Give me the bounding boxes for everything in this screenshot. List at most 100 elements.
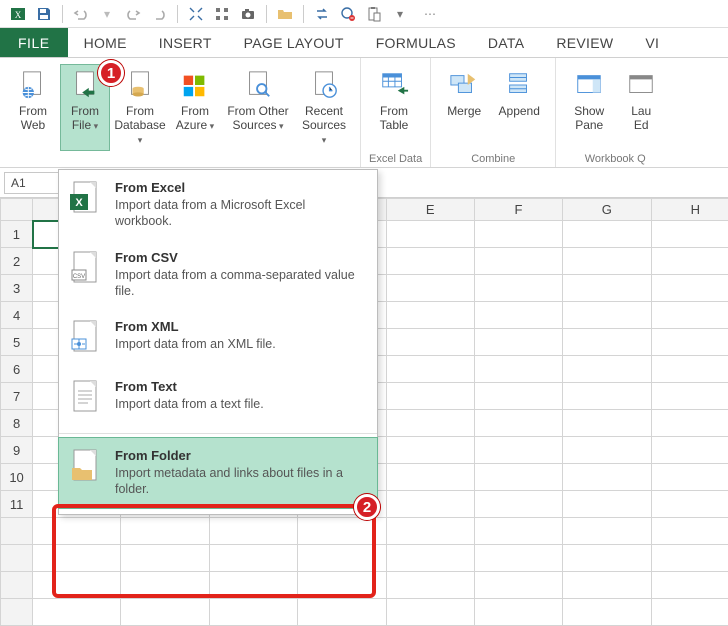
tab-page-layout[interactable]: PAGE LAYOUT <box>228 28 360 57</box>
row-header[interactable]: 8 <box>1 410 33 437</box>
tab-review[interactable]: REVIEW <box>540 28 629 57</box>
from-table-button[interactable]: From Table <box>369 64 419 151</box>
csv-file-icon: CSV <box>69 250 103 290</box>
from-azure-button[interactable]: From Azure <box>170 64 220 151</box>
row-header[interactable]: 6 <box>1 356 33 383</box>
grid-icon[interactable] <box>212 4 232 24</box>
callout-1: 1 <box>98 60 124 86</box>
label: From Table <box>380 105 409 133</box>
select-all-corner[interactable] <box>1 199 33 221</box>
label: From Azure <box>176 105 214 133</box>
row-header[interactable]: 4 <box>1 302 33 329</box>
menu-item-from-csv[interactable]: CSV From CSV Import data from a comma-se… <box>59 240 377 310</box>
xml-file-icon <box>69 319 103 359</box>
folder-open-icon[interactable] <box>275 4 295 24</box>
swap-icon[interactable] <box>312 4 332 24</box>
paste-clip-icon[interactable] <box>364 4 384 24</box>
tab-home[interactable]: HOME <box>68 28 143 57</box>
row-header[interactable]: 3 <box>1 275 33 302</box>
col-header[interactable]: H <box>651 199 728 221</box>
from-other-sources-button[interactable]: From Other Sources <box>222 64 294 151</box>
tab-insert[interactable]: INSERT <box>143 28 228 57</box>
name-box[interactable]: A1 <box>4 172 62 194</box>
menu-item-title: From CSV <box>115 250 365 265</box>
callout-2: 2 <box>354 494 380 520</box>
merge-button[interactable]: Merge <box>439 64 489 151</box>
ribbon-group-getdata: From Web From File From Database From Az… <box>0 58 361 167</box>
row-header[interactable]: 9 <box>1 437 33 464</box>
col-header[interactable]: F <box>474 199 562 221</box>
row-header[interactable] <box>1 599 33 626</box>
row-header[interactable] <box>1 518 33 545</box>
row-header[interactable]: 11 <box>1 491 33 518</box>
row-header[interactable]: 5 <box>1 329 33 356</box>
compress-icon[interactable] <box>186 4 206 24</box>
menu-item-desc: Import data from an XML file. <box>115 336 365 352</box>
menu-item-desc: Import metadata and links about files in… <box>115 465 365 498</box>
undo-dropdown-icon[interactable]: ▾ <box>97 4 117 24</box>
pane-icon <box>573 69 605 101</box>
label: From File <box>71 105 99 133</box>
ribbon-group-workbook: Show Pane Lau Ed Workbook Q <box>556 58 674 167</box>
row-header[interactable]: 1 <box>1 221 33 248</box>
svg-text:X: X <box>15 10 22 20</box>
label: From Other Sources <box>227 105 288 133</box>
save-icon[interactable] <box>34 4 54 24</box>
menu-item-from-xml[interactable]: From XML Import data from an XML file. <box>59 309 377 369</box>
undo-last-icon[interactable] <box>149 4 169 24</box>
separator <box>266 5 267 23</box>
menu-item-title: From Folder <box>115 448 365 463</box>
row-header[interactable]: 10 <box>1 464 33 491</box>
from-file-menu: X From Excel Import data from a Microsof… <box>58 169 378 515</box>
row-header[interactable]: 2 <box>1 248 33 275</box>
excel-app-icon: X <box>8 4 28 24</box>
menu-item-from-folder[interactable]: From Folder Import metadata and links ab… <box>58 437 378 509</box>
recent-sources-button[interactable]: Recent Sources <box>296 64 352 151</box>
row-header[interactable]: 7 <box>1 383 33 410</box>
ribbon-group-combine: Merge Append Combine <box>431 58 556 167</box>
col-header[interactable]: G <box>563 199 651 221</box>
separator <box>177 5 178 23</box>
undo-icon[interactable] <box>71 4 91 24</box>
ribbon-group-exceldata: From Table Excel Data <box>361 58 431 167</box>
tab-file[interactable]: FILE <box>0 28 68 57</box>
tab-view-partial[interactable]: VI <box>629 28 675 57</box>
menu-item-desc: Import data from a text file. <box>115 396 365 412</box>
label: Append <box>499 105 540 119</box>
camera-icon[interactable] <box>238 4 258 24</box>
append-button[interactable]: Append <box>491 64 547 151</box>
table-arrow-icon <box>378 69 410 101</box>
page-arrow-icon <box>69 69 101 101</box>
group-label: Combine <box>439 151 547 165</box>
row-header[interactable] <box>1 572 33 599</box>
col-header[interactable]: E <box>386 199 474 221</box>
menu-item-desc: Import data from a Microsoft Excel workb… <box>115 197 365 230</box>
group-label: Workbook Q <box>564 151 666 165</box>
ribbon-tabstrip: FILE HOME INSERT PAGE LAYOUT FORMULAS DA… <box>0 28 728 58</box>
tab-data[interactable]: DATA <box>472 28 540 57</box>
menu-item-from-text[interactable]: From Text Import data from a text file. <box>59 369 377 429</box>
db-page-icon <box>124 69 156 101</box>
label: Lau Ed <box>631 105 651 133</box>
menu-item-desc: Import data from a comma-separated value… <box>115 267 365 300</box>
show-pane-button[interactable]: Show Pane <box>564 64 614 151</box>
from-web-button[interactable]: From Web <box>8 64 58 151</box>
menu-item-from-excel[interactable]: X From Excel Import data from a Microsof… <box>59 170 377 240</box>
separator <box>303 5 304 23</box>
redo-icon[interactable] <box>123 4 143 24</box>
merge-icon <box>448 69 480 101</box>
dropdown-icon[interactable]: ▾ <box>390 4 410 24</box>
launch-editor-button[interactable]: Lau Ed <box>616 64 666 151</box>
overflow-icon[interactable]: ⋯ <box>420 4 440 24</box>
row-header[interactable] <box>1 545 33 572</box>
tab-formulas[interactable]: FORMULAS <box>360 28 472 57</box>
label: Merge <box>447 105 481 119</box>
launch-icon <box>625 69 657 101</box>
append-icon <box>503 69 535 101</box>
label: Recent Sources <box>299 105 349 146</box>
svg-text:CSV: CSV <box>73 274 85 280</box>
refresh-remove-icon[interactable] <box>338 4 358 24</box>
label: From Database <box>114 105 165 146</box>
page-search-icon <box>242 69 274 101</box>
menu-item-title: From Text <box>115 379 365 394</box>
